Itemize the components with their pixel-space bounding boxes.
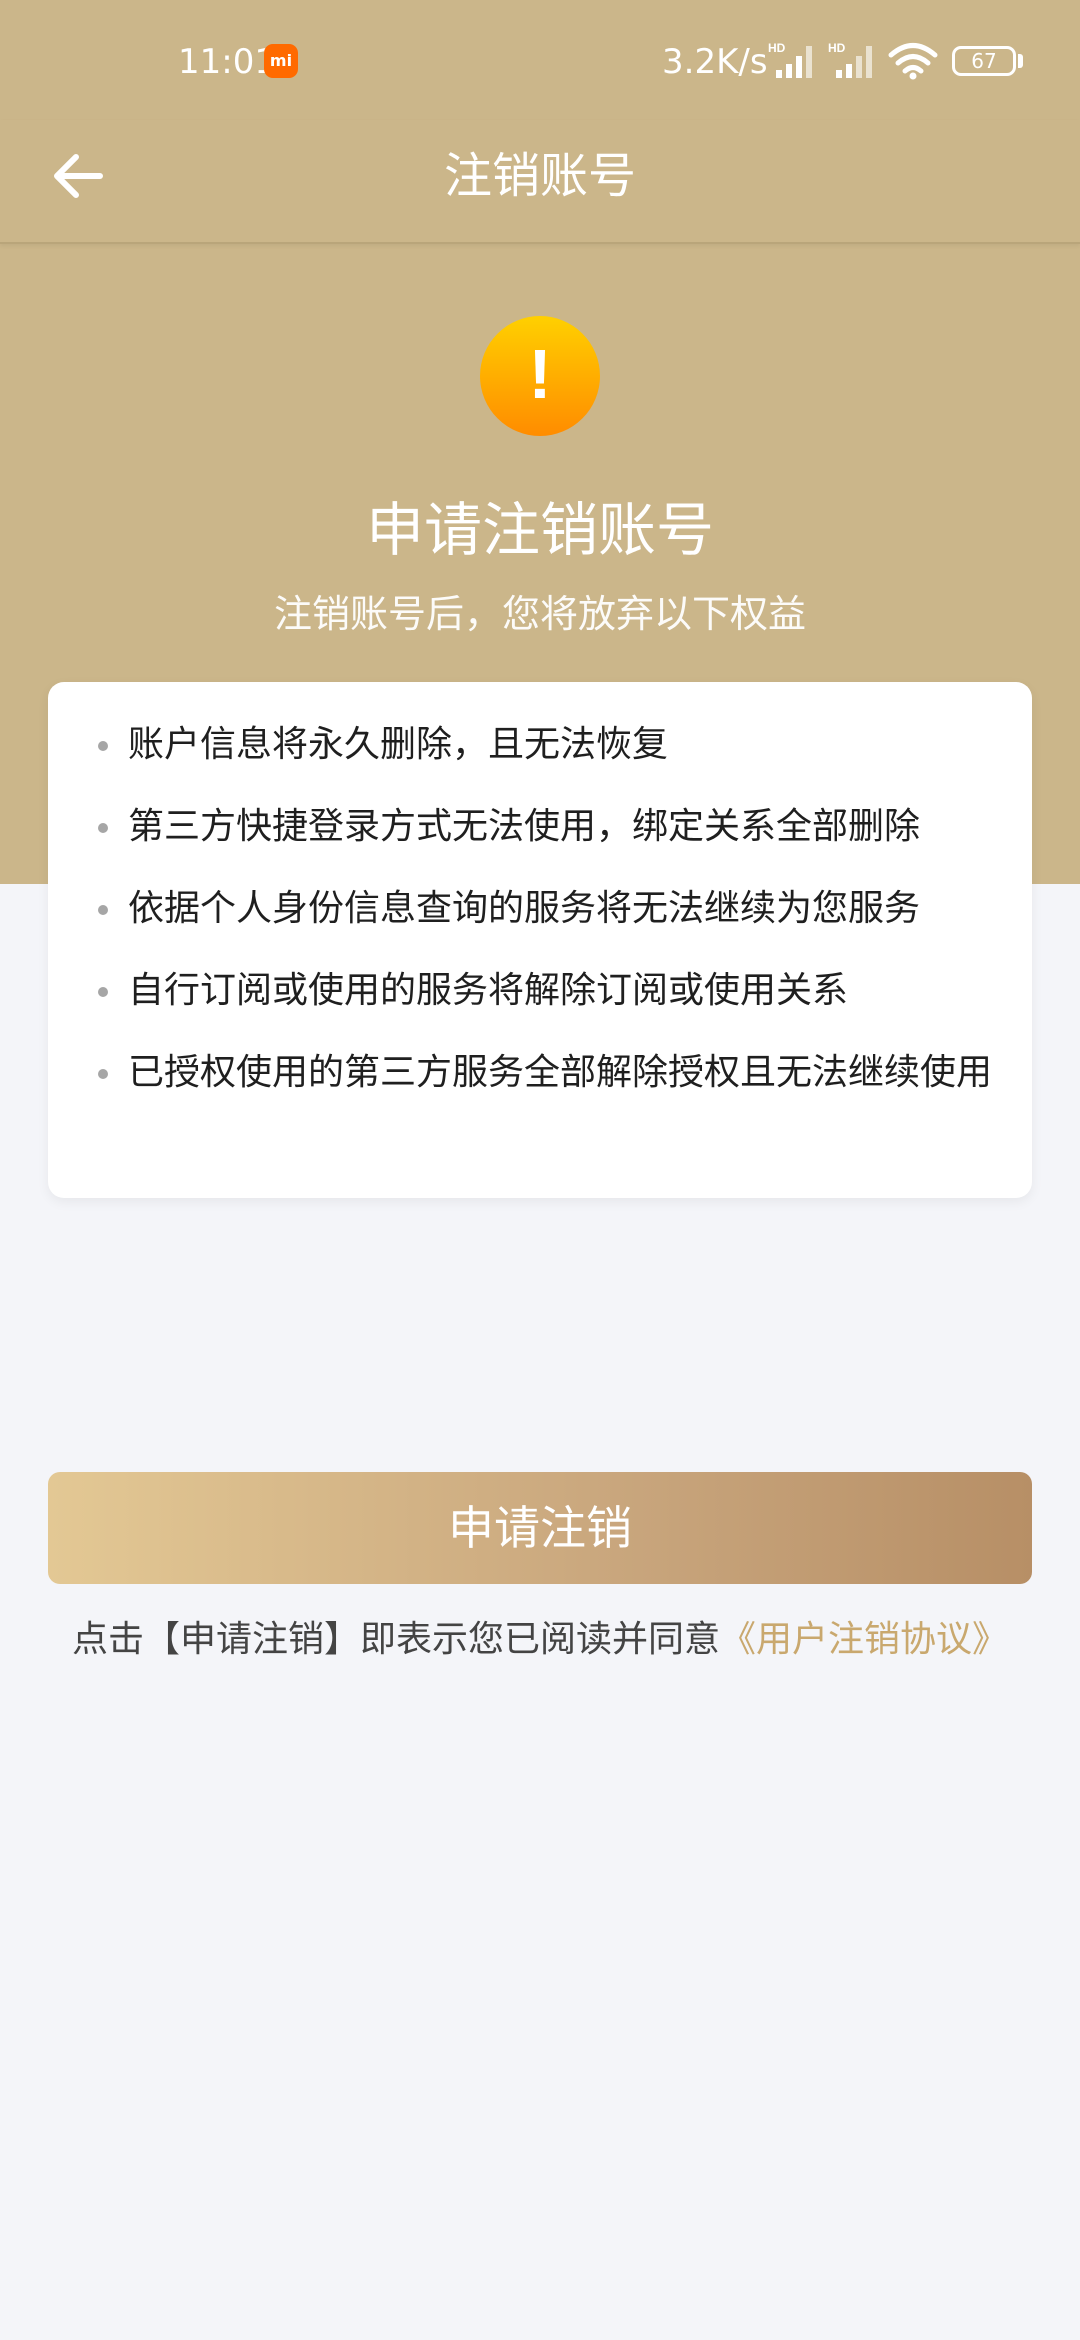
- list-item: 第三方快捷登录方式无法使用，绑定关系全部删除: [88, 800, 992, 854]
- apply-cancellation-button[interactable]: 申请注销: [48, 1472, 1032, 1584]
- app-bar: 注销账号: [0, 120, 1080, 244]
- battery-level: 67: [971, 49, 997, 73]
- list-item: 自行订阅或使用的服务将解除订阅或使用关系: [88, 964, 992, 1018]
- list-item-text: 第三方快捷登录方式无法使用，绑定关系全部删除: [128, 806, 921, 847]
- bullet-dot: [98, 741, 108, 751]
- status-time: 11:01: [178, 42, 276, 82]
- benefits-list: 账户信息将永久删除，且无法恢复 第三方快捷登录方式无法使用，绑定关系全部删除 依…: [88, 718, 992, 1100]
- list-item-text: 依据个人身份信息查询的服务将无法继续为您服务: [128, 888, 921, 929]
- hero-title: 申请注销账号: [365, 496, 714, 564]
- signal-hd-label: HD: [828, 41, 846, 55]
- bullet-dot: [98, 905, 108, 915]
- list-item-text: 已授权使用的第三方服务全部解除授权且无法继续使用: [128, 1052, 993, 1093]
- page-title: 注销账号: [443, 148, 636, 204]
- list-item: 账户信息将永久删除，且无法恢复: [88, 718, 992, 772]
- cellular-signal-icon: HD: [768, 41, 812, 78]
- status-bar: 11:01 mi 3.2K/s HD HD 67: [0, 0, 1080, 120]
- list-item-text: 自行订阅或使用的服务将解除订阅或使用关系: [128, 970, 849, 1011]
- list-item-text: 账户信息将永久删除，且无法恢复: [128, 724, 669, 765]
- benefits-card: 账户信息将永久删除，且无法恢复 第三方快捷登录方式无法使用，绑定关系全部删除 依…: [48, 682, 1032, 1198]
- mi-notification-icon: mi: [264, 44, 298, 78]
- bullet-dot: [98, 987, 108, 997]
- battery-tip: [1018, 54, 1023, 68]
- warning-glyph: !: [528, 335, 551, 413]
- bullet-dot: [98, 823, 108, 833]
- bullet-dot: [98, 1069, 108, 1079]
- battery-icon: 67: [952, 46, 1016, 76]
- exclamation-circle-icon: !: [480, 316, 600, 436]
- agreement-prefix: 点击【申请注销】即表示您已阅读并同意: [71, 1619, 720, 1660]
- wifi-icon: [888, 43, 938, 80]
- user-cancellation-agreement-link[interactable]: 《用户注销协议》: [720, 1619, 1008, 1660]
- signal-hd-label: HD: [768, 41, 786, 55]
- agreement-text: 点击【申请注销】即表示您已阅读并同意《用户注销协议》: [0, 1612, 1080, 1668]
- hero-subtitle: 注销账号后，您将放弃以下权益: [273, 592, 806, 636]
- list-item: 依据个人身份信息查询的服务将无法继续为您服务: [88, 882, 992, 936]
- network-speed: 3.2K/s: [662, 42, 768, 82]
- list-item: 已授权使用的第三方服务全部解除授权且无法继续使用: [88, 1046, 992, 1100]
- cellular-signal-icon: HD: [828, 41, 872, 78]
